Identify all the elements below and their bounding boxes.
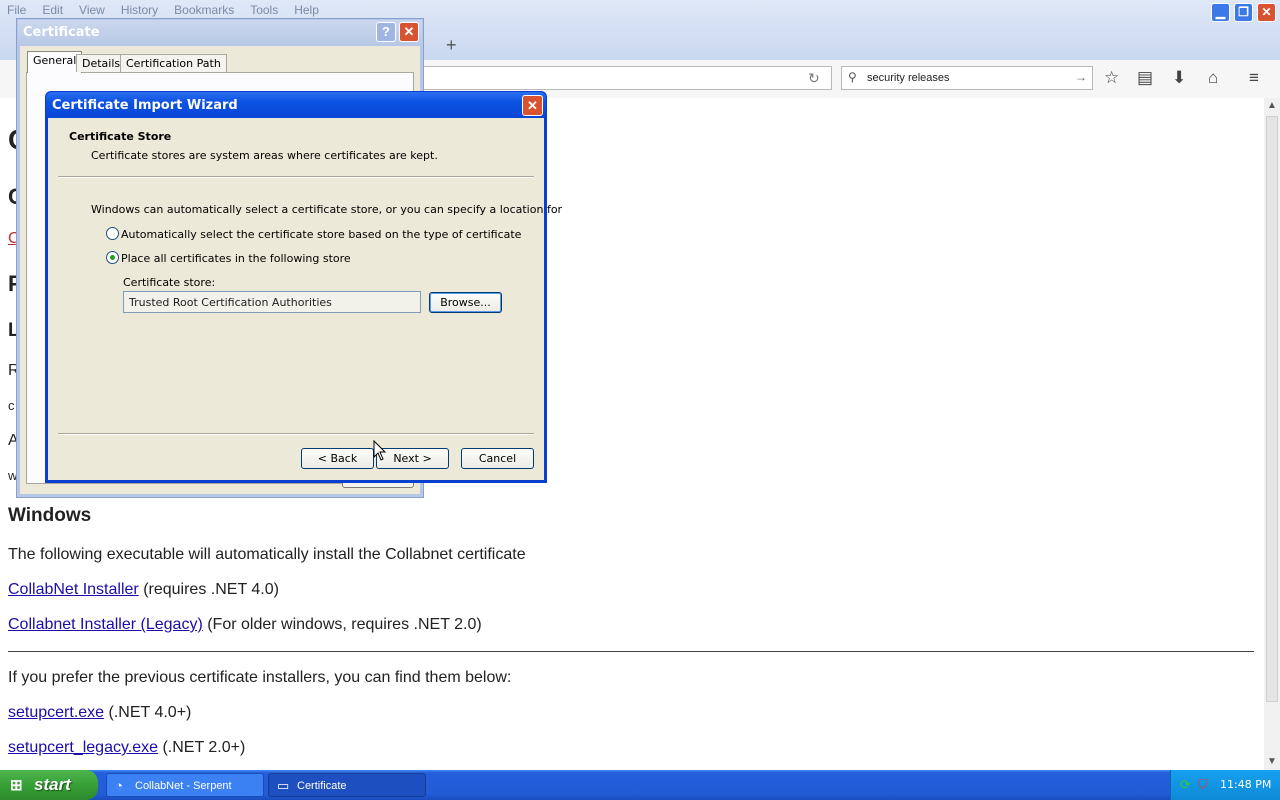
firefox-icon: ◔: [115, 778, 123, 793]
collabnet-installer-note: (requires .NET 4.0): [143, 581, 279, 598]
wizard-close-button[interactable]: ✕: [522, 95, 543, 116]
setupcert-legacy-link[interactable]: setupcert_legacy.exe: [8, 739, 158, 756]
mouse-cursor-icon: [373, 440, 387, 461]
window-close-button[interactable]: ✕: [1257, 3, 1276, 22]
search-go-icon[interactable]: →: [1075, 70, 1087, 84]
collabnet-installer-link[interactable]: CollabNet Installer: [8, 581, 139, 598]
radio-auto-select-label[interactable]: Automatically select the certificate sto…: [121, 228, 521, 241]
import-wizard-title: Certificate Import Wizard: [52, 98, 238, 113]
taskbar-item-label: CollabNet - Serpent: [135, 780, 232, 792]
windows-description: The following executable will automatica…: [8, 546, 526, 563]
tab-certification-path[interactable]: Certification Path: [120, 54, 227, 72]
wizard-description: Windows can automatically select a certi…: [91, 203, 563, 216]
certificate-store-label: Certificate store:: [123, 276, 216, 289]
certificate-help-button[interactable]: ?: [376, 22, 396, 42]
page-text-partial-2: c: [8, 398, 15, 413]
search-icon: ⚲: [848, 70, 857, 84]
setupcert-note: (.NET 4.0+): [108, 704, 192, 721]
header-divider: [58, 176, 534, 178]
reload-icon[interactable]: ↻: [808, 70, 820, 87]
menu-tools[interactable]: Tools: [242, 0, 286, 20]
back-button[interactable]: < Back: [301, 448, 374, 469]
url-bar[interactable]: [422, 66, 832, 90]
setupcert-legacy-note: (.NET 2.0+): [162, 739, 246, 756]
clock[interactable]: 11:48 PM: [1220, 778, 1271, 791]
taskbar-item-label: Certificate: [297, 780, 347, 792]
start-button[interactable]: ⊞ start: [0, 770, 98, 800]
tab-general[interactable]: General: [27, 51, 83, 73]
certificate-title: Certificate: [23, 25, 100, 40]
browse-button[interactable]: Browse...: [429, 292, 502, 313]
home-icon[interactable]: ⌂: [1208, 68, 1218, 88]
collabnet-legacy-link[interactable]: Collabnet Installer (Legacy): [8, 616, 203, 633]
previous-installers-text: If you prefer the previous certificate i…: [8, 669, 512, 686]
radio-selected-dot: [110, 255, 115, 260]
downloads-icon[interactable]: ⬇: [1172, 68, 1186, 88]
search-input[interactable]: security releases: [867, 72, 950, 84]
reading-list-icon[interactable]: ▤: [1137, 68, 1153, 88]
bookmark-star-icon[interactable]: ☆: [1104, 68, 1119, 88]
taskbar-item-certificate[interactable]: ▭ Certificate: [268, 773, 426, 797]
menu-help[interactable]: Help: [286, 0, 327, 20]
window-icon: ▭: [277, 778, 290, 793]
setupcert-link[interactable]: setupcert.exe: [8, 704, 104, 721]
wizard-page-subheading: Certificate stores are system areas wher…: [91, 149, 438, 162]
windows-heading: Windows: [8, 505, 92, 526]
cancel-button[interactable]: Cancel: [461, 448, 534, 469]
scroll-up-icon[interactable]: ▲: [1264, 98, 1280, 114]
restore-button[interactable]: ❐: [1234, 3, 1253, 22]
wizard-page-heading: Certificate Store: [69, 130, 172, 143]
start-label: start: [34, 775, 71, 794]
scroll-down-icon[interactable]: ▼: [1264, 754, 1280, 770]
menu-history[interactable]: History: [113, 0, 166, 20]
footer-divider: [58, 433, 534, 435]
tab-details[interactable]: Details: [76, 54, 127, 72]
import-wizard-header: [48, 118, 544, 176]
collabnet-legacy-note: (For older windows, requires .NET 2.0): [207, 616, 482, 633]
radio-place-all-label[interactable]: Place all certificates in the following …: [121, 252, 351, 265]
radio-place-all[interactable]: [106, 251, 119, 264]
windows-logo-icon: ⊞: [10, 777, 23, 794]
security-shield-icon[interactable]: ⛉: [1198, 777, 1208, 793]
network-tray-icon[interactable]: ⟳: [1180, 777, 1191, 793]
taskbar-item-collabnet[interactable]: ◔ CollabNet - Serpent: [106, 773, 264, 797]
menu-file[interactable]: File: [0, 0, 34, 20]
horizontal-rule: [8, 651, 1254, 652]
minimize-button[interactable]: ▁: [1211, 3, 1230, 22]
search-bar[interactable]: ⚲ security releases →: [841, 66, 1093, 90]
menu-bar: File Edit View History Bookmarks Tools H…: [0, 0, 327, 20]
scroll-thumb[interactable]: [1266, 116, 1278, 702]
menu-view[interactable]: View: [71, 0, 113, 20]
menu-edit[interactable]: Edit: [34, 0, 71, 20]
radio-auto-select[interactable]: [106, 227, 119, 240]
certificate-close-button[interactable]: ✕: [399, 22, 419, 42]
new-tab-button[interactable]: +: [446, 35, 457, 56]
certificate-store-field[interactable]: Trusted Root Certification Authorities: [123, 291, 421, 313]
menu-icon[interactable]: ≡: [1249, 68, 1259, 88]
menu-bookmarks[interactable]: Bookmarks: [166, 0, 242, 20]
